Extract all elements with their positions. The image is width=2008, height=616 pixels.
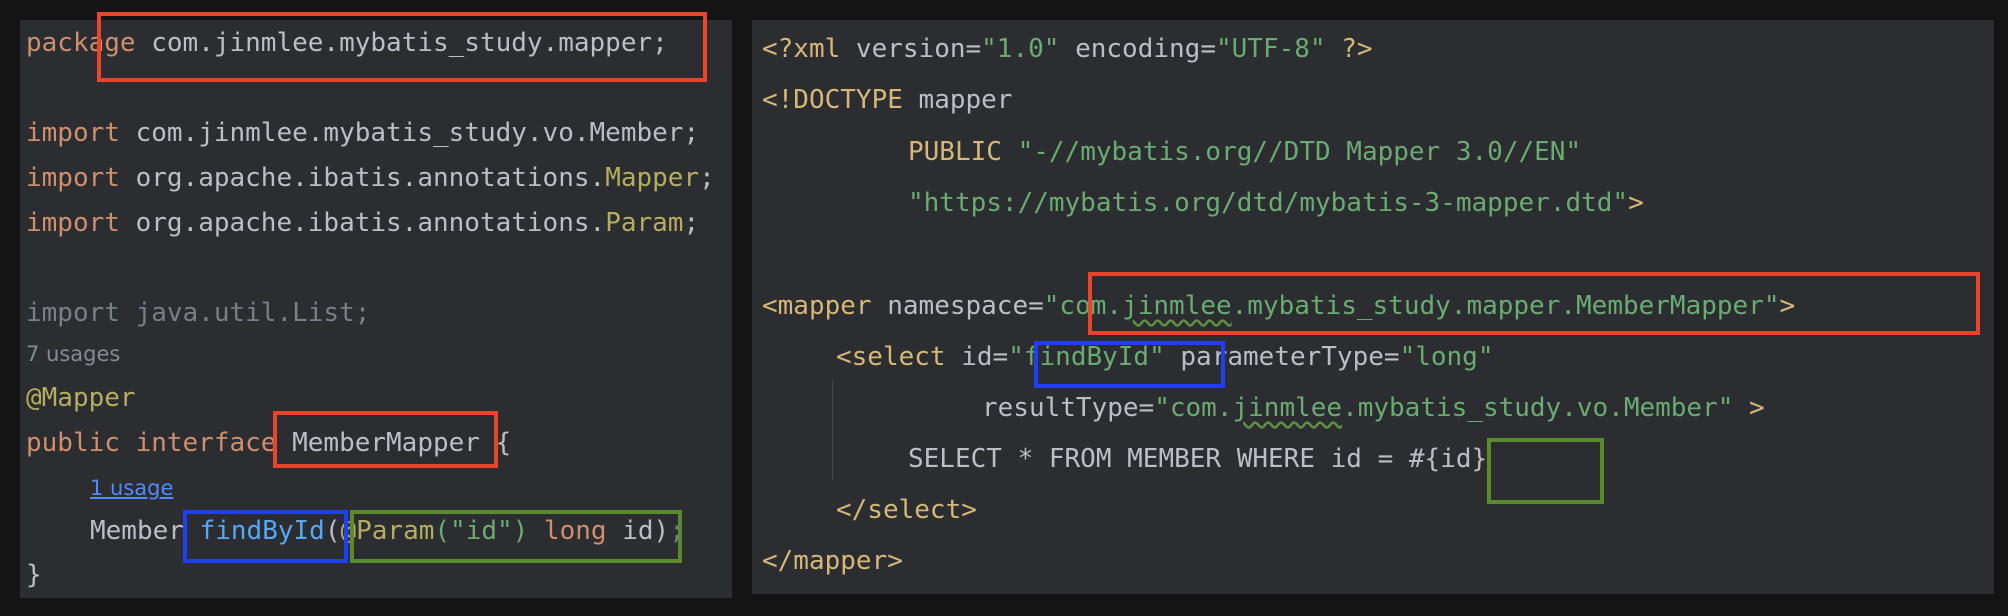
import-member: import com.jinmlee.mybatis_study.vo.Memb… bbox=[26, 118, 700, 148]
select-open-tag: <select id="findById" parameterType="lon… bbox=[836, 342, 1494, 372]
package-declaration: package com.jinmlee.mybatis_study.mapper… bbox=[26, 28, 668, 58]
sql-statement: SELECT * FROM MEMBER WHERE id = #{id} bbox=[908, 444, 1488, 474]
usages-hint: 7 usages bbox=[26, 342, 121, 366]
xml-declaration: <?xml version="1.0" encoding="UTF-8" ?> bbox=[762, 34, 1373, 64]
interface-declaration: public interface MemberMapper { bbox=[26, 428, 512, 458]
unused-import-list: import java.util.List; bbox=[26, 298, 371, 328]
usage-link[interactable]: 1 usage bbox=[90, 472, 173, 502]
method-declaration: Member findById(@Param("id") long id); bbox=[90, 516, 685, 546]
xml-editor-panel: <?xml version="1.0" encoding="UTF-8" ?> … bbox=[752, 20, 1994, 594]
mapper-open-tag: <mapper namespace="com.jinmlee.mybatis_s… bbox=[762, 291, 1796, 321]
import-mapper-annotation: import org.apache.ibatis.annotations.Map… bbox=[26, 163, 715, 193]
doctype-public-id: PUBLIC "-//mybatis.org//DTD Mapper 3.0//… bbox=[908, 137, 1582, 167]
select-close-tag: </select> bbox=[836, 495, 977, 525]
import-param-annotation: import org.apache.ibatis.annotations.Par… bbox=[26, 208, 700, 238]
select-result-type: resultType="com.jinmlee.mybatis_study.vo… bbox=[982, 393, 1765, 423]
mapper-annotation: @Mapper bbox=[26, 383, 136, 413]
java-editor-panel: package com.jinmlee.mybatis_study.mapper… bbox=[20, 20, 732, 598]
closing-brace: } bbox=[26, 560, 42, 590]
indent-guide bbox=[832, 380, 833, 480]
doctype-declaration: <!DOCTYPE mapper bbox=[762, 85, 1013, 115]
mapper-close-tag: </mapper> bbox=[762, 546, 903, 576]
doctype-system-id: "https://mybatis.org/dtd/mybatis-3-mappe… bbox=[908, 188, 1644, 218]
